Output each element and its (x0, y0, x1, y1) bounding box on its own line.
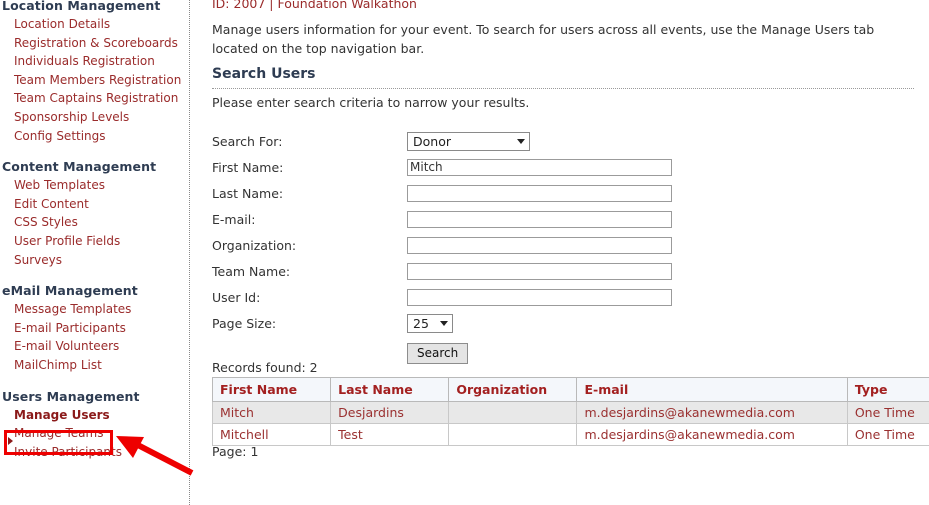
organization-input[interactable] (407, 236, 672, 254)
table-cell: One Time (846, 423, 929, 446)
field-row-last-name: Last Name: (212, 180, 912, 206)
sidebar-item-sponsorship-levels[interactable]: Sponsorship Levels (0, 108, 189, 127)
sidebar-item-css-styles[interactable]: CSS Styles (0, 213, 189, 232)
search-results-table: First Name Last Name Organization E-mail Typ… (211, 377, 929, 446)
search-instructions: Please enter search criteria to narrow y… (212, 95, 530, 110)
table-body: Mitch Desjardins m.desjardins@akanewmedia.… (211, 401, 929, 446)
field-row-email: E-mail: (212, 206, 912, 232)
email-field[interactable] (407, 210, 672, 228)
column-header: E-mail (576, 377, 848, 402)
column-header: Last Name (330, 377, 450, 402)
chevron-down-icon (517, 138, 525, 144)
sidebar-item-message-templates[interactable]: Message Templates (0, 300, 189, 319)
sidebar-item-location-details[interactable]: Location Details (0, 15, 189, 34)
nav-heading: eMail Management (2, 283, 138, 299)
nav-group-gap (0, 269, 189, 283)
search-users-form: Search For: Donor First Name: Last Name:… (212, 128, 912, 370)
nav-group: Content Management Web Templates Edit Cont… (0, 159, 189, 269)
nav-heading: Location Management (2, 0, 161, 13)
nav-heading: Users Management (2, 388, 140, 404)
sidebar-item-registration-scoreboards[interactable]: Registration & Scoreboards (0, 34, 189, 53)
table-cell: Mitch (211, 401, 332, 424)
page-title: Search Users (212, 66, 316, 82)
column-header: First Name (211, 377, 332, 402)
sidebar-item-mailchimp-list[interactable]: MailChimp List (0, 356, 189, 375)
column-header: Type (846, 377, 929, 402)
sidebar-item-edit-content[interactable]: Edit Content (0, 195, 189, 214)
field-row-organization: Organization: (212, 232, 912, 258)
email-label: E-mail: (212, 211, 256, 227)
field-row-first-name: First Name: (212, 154, 912, 180)
sidebar-item-surveys[interactable]: Surveys (0, 251, 189, 270)
nav-group: Users Management Manage Users Manage Teams… (0, 389, 189, 462)
table-cell: One Time (846, 401, 929, 424)
nav-group: Location Management Location Details Regis… (0, 0, 189, 145)
table-cell: Test (330, 423, 450, 446)
sidebar-item-config-settings[interactable]: Config Settings (0, 127, 189, 146)
sidebar-item-team-members-registration[interactable]: Team Members Registration (0, 71, 189, 90)
pagination-label: Page: 1 (212, 444, 259, 459)
sidebar-item-invite-participants[interactable]: Invite Participants (0, 443, 189, 462)
sidebar-item-individuals-registration[interactable]: Individuals Registration (0, 52, 189, 71)
sidebar-nav: Location Management Location Details Regis… (0, 0, 189, 461)
breadcrumb: ID: 2007 | Foundation Walkathon (212, 0, 417, 11)
sidebar-item-manage-users[interactable]: Manage Users (0, 406, 189, 425)
table-cell: Desjardins (330, 401, 450, 424)
nav-heading: Content Management (2, 159, 157, 175)
nav-group-gap (0, 145, 189, 159)
last-name-input[interactable] (407, 184, 672, 202)
app-page: Location Management Location Details Regis… (0, 0, 929, 505)
user-id-label: User Id: (212, 289, 261, 305)
search-for-selected-value: Donor (413, 133, 451, 149)
nav-group-gap (0, 375, 189, 389)
field-row-page-size: Page Size: 25 (212, 310, 912, 336)
page-size-label: Page Size: (212, 315, 277, 331)
chevron-down-icon (440, 320, 448, 326)
team-name-input[interactable] (407, 262, 672, 280)
table-cell: Mitchell (211, 423, 332, 446)
column-header: Organization (448, 377, 578, 402)
field-row-team-name: Team Name: (212, 258, 912, 284)
page-intro-text: Manage users information for your event.… (212, 22, 875, 56)
field-row-user-id: User Id: (212, 284, 912, 310)
sidebar: Location Management Location Details Regis… (0, 0, 194, 505)
active-item-bullet-icon (8, 437, 13, 445)
table-cell (448, 423, 578, 446)
search-for-select[interactable]: Donor (407, 131, 530, 151)
section-divider (212, 88, 914, 89)
team-name-label: Team Name: (212, 263, 291, 279)
nav-group: eMail Management Message Templates E-mail … (0, 283, 189, 374)
table-cell (448, 401, 578, 424)
sidebar-item-e-mail-volunteers[interactable]: E-mail Volunteers (0, 337, 189, 356)
table-header-row: First Name Last Name Organization E-mail Typ… (211, 377, 929, 402)
sidebar-item-user-profile-fields[interactable]: User Profile Fields (0, 232, 189, 251)
sidebar-item-e-mail-participants[interactable]: E-mail Participants (0, 319, 189, 338)
search-button[interactable]: Search (407, 342, 469, 364)
records-found-text: Records found: 2 (212, 360, 318, 375)
sidebar-item-manage-teams[interactable]: Manage Teams (0, 424, 189, 443)
page-size-selected-value: 25 (413, 315, 429, 331)
page-size-select[interactable]: 25 (407, 313, 453, 333)
first-name-input[interactable] (407, 158, 672, 176)
table-row[interactable]: Mitchell Test m.desjardins@akanewmedia.com… (211, 423, 929, 446)
search-for-label: Search For: (212, 133, 283, 149)
main-content: ID: 2007 | Foundation Walkathon Manage u… (203, 0, 929, 505)
sidebar-item-web-templates[interactable]: Web Templates (0, 176, 189, 195)
table-row[interactable]: Mitch Desjardins m.desjardins@akanewmedia.… (211, 401, 929, 424)
first-name-label: First Name: (212, 159, 284, 175)
user-id-input[interactable] (407, 288, 672, 306)
sidebar-item-team-captains-registration[interactable]: Team Captains Registration (0, 89, 189, 108)
table-cell: m.desjardins@akanewmedia.com (576, 423, 848, 446)
last-name-label: Last Name: (212, 185, 284, 201)
table-cell: m.desjardins@akanewmedia.com (576, 401, 848, 424)
field-row-search-for: Search For: Donor (212, 128, 912, 154)
organization-label: Organization: (212, 237, 297, 253)
